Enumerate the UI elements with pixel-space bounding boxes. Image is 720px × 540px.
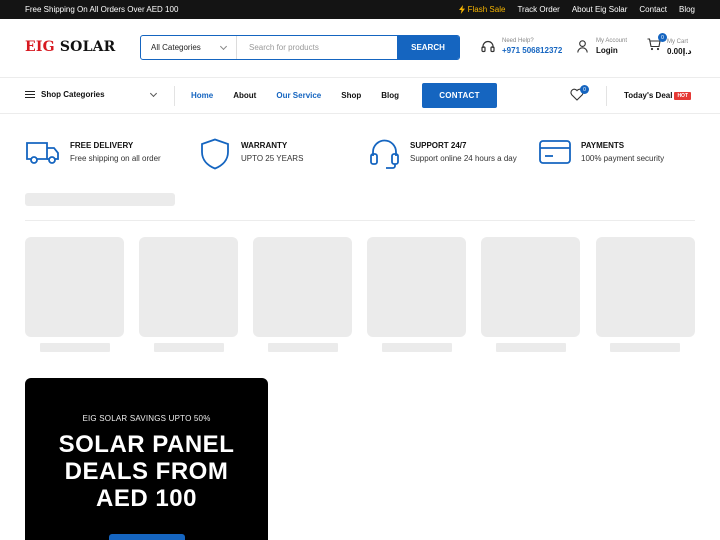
category-select[interactable]: All Categories xyxy=(141,36,237,59)
nav-divider xyxy=(174,86,175,106)
category-label-placeholder xyxy=(382,343,452,352)
logo-solar: SOLAR xyxy=(59,39,116,55)
track-order-link[interactable]: Track Order xyxy=(517,5,559,14)
shield-icon xyxy=(201,138,229,170)
cart-total: 0.00د.إ xyxy=(667,46,692,56)
nav-our-service[interactable]: Our Service xyxy=(276,91,321,100)
nav-home[interactable]: Home xyxy=(191,91,213,100)
promo-headline-line: DEALS FROM xyxy=(64,458,229,485)
credit-card-icon xyxy=(539,140,571,164)
section-divider xyxy=(25,220,695,221)
help-contact[interactable]: Need Help? +971 506812372 xyxy=(481,38,562,55)
shipping-notice: Free Shipping On All Orders Over AED 100 xyxy=(25,5,179,14)
login-link[interactable]: Login xyxy=(596,46,627,55)
todays-deal-link[interactable]: Today's Deal HOT xyxy=(624,91,691,100)
category-select-value: All Categories xyxy=(151,43,201,52)
menu-icon xyxy=(25,91,35,98)
about-link[interactable]: About Eig Solar xyxy=(572,5,628,14)
account-label: My Account xyxy=(596,38,628,44)
logo[interactable]: EIG SOLAR xyxy=(25,39,116,55)
main-nav: Shop Categories Home About Our Service S… xyxy=(0,78,720,114)
feature-support: SUPPORT 24/7 Support online 24 hours a d… xyxy=(369,138,517,170)
chevron-down-icon xyxy=(219,42,228,50)
search-input[interactable] xyxy=(237,36,397,59)
feature-subtitle: 100% payment security xyxy=(581,154,665,163)
section-title-placeholder xyxy=(25,193,175,206)
contact-link[interactable]: Contact xyxy=(639,5,667,14)
nav-about[interactable]: About xyxy=(233,91,256,100)
wishlist[interactable]: 0 xyxy=(570,85,589,106)
category-label-placeholder xyxy=(496,343,566,352)
wishlist-count-badge: 0 xyxy=(580,85,589,94)
feature-free-delivery: FREE DELIVERY Free shipping on all order xyxy=(26,138,161,166)
feature-title: SUPPORT 24/7 xyxy=(410,141,467,150)
category-card-placeholder xyxy=(25,237,124,337)
category-label-placeholder xyxy=(154,343,224,352)
shop-categories-label: Shop Categories xyxy=(41,90,105,99)
logo-eig: EIG xyxy=(25,39,55,55)
category-card-placeholder xyxy=(367,237,466,337)
shop-categories-toggle[interactable]: Shop Categories xyxy=(25,90,105,99)
nav-divider-line xyxy=(0,113,720,114)
blog-link[interactable]: Blog xyxy=(679,5,695,14)
cart[interactable]: 0 My Cart 0.00د.إ xyxy=(647,33,692,56)
feature-subtitle: UPTO 25 YEARS xyxy=(241,154,304,163)
feature-warranty: WARRANTY UPTO 25 YEARS xyxy=(199,138,303,170)
search-bar: All Categories SEARCH xyxy=(140,35,460,60)
top-links: Flash Sale Track Order About Eig Solar C… xyxy=(458,5,695,14)
flash-sale-link[interactable]: Flash Sale xyxy=(458,5,506,14)
headphones-icon xyxy=(481,40,495,53)
category-card-placeholder xyxy=(596,237,695,337)
promo-banner[interactable]: EIG SOLAR SAVINGS UPTO 50% SOLAR PANEL D… xyxy=(25,378,268,540)
nav-blog[interactable]: Blog xyxy=(381,91,399,100)
account[interactable]: My Account Login xyxy=(577,38,627,55)
category-label-placeholder xyxy=(610,343,680,352)
truck-icon xyxy=(26,142,59,164)
top-bar: Free Shipping On All Orders Over AED 100… xyxy=(0,0,720,19)
lightning-icon xyxy=(458,5,465,14)
promo-kicker: EIG SOLAR SAVINGS UPTO 50% xyxy=(82,414,211,423)
flash-sale-label: Flash Sale xyxy=(467,5,506,14)
headset-icon xyxy=(370,139,399,169)
feature-payments: PAYMENTS 100% payment security xyxy=(539,138,664,166)
promo-headline-line: AED 100 xyxy=(96,485,197,512)
user-icon xyxy=(577,40,588,53)
nav-links: Home About Our Service Shop Blog xyxy=(191,91,399,100)
search-button[interactable]: SEARCH xyxy=(397,36,459,59)
contact-button[interactable]: CONTACT xyxy=(422,83,497,108)
nav-divider xyxy=(606,86,607,106)
cart-label: My Cart xyxy=(667,38,688,45)
category-card-placeholder xyxy=(481,237,580,337)
help-label: Need Help? xyxy=(502,38,534,44)
category-label-placeholder xyxy=(40,343,110,352)
promo-headline: SOLAR PANEL DEALS FROM AED 100 xyxy=(25,431,268,512)
category-card-placeholder xyxy=(139,237,238,337)
promo-headline-line: SOLAR PANEL xyxy=(58,431,235,458)
feature-subtitle: Free shipping on all order xyxy=(70,154,161,163)
help-phone[interactable]: +971 506812372 xyxy=(502,46,562,55)
feature-subtitle: Support online 24 hours a day xyxy=(410,154,517,163)
category-label-placeholder xyxy=(268,343,338,352)
nav-shop[interactable]: Shop xyxy=(341,91,361,100)
feature-title: WARRANTY xyxy=(241,141,288,150)
todays-deal-label: Today's Deal xyxy=(624,91,673,100)
chevron-down-icon[interactable] xyxy=(149,89,158,98)
hot-badge: HOT xyxy=(674,91,691,100)
cart-count-badge: 0 xyxy=(658,33,667,42)
category-card-placeholder xyxy=(253,237,352,337)
promo-shop-button[interactable] xyxy=(109,534,185,540)
feature-title: FREE DELIVERY xyxy=(70,141,134,150)
feature-title: PAYMENTS xyxy=(581,141,625,150)
